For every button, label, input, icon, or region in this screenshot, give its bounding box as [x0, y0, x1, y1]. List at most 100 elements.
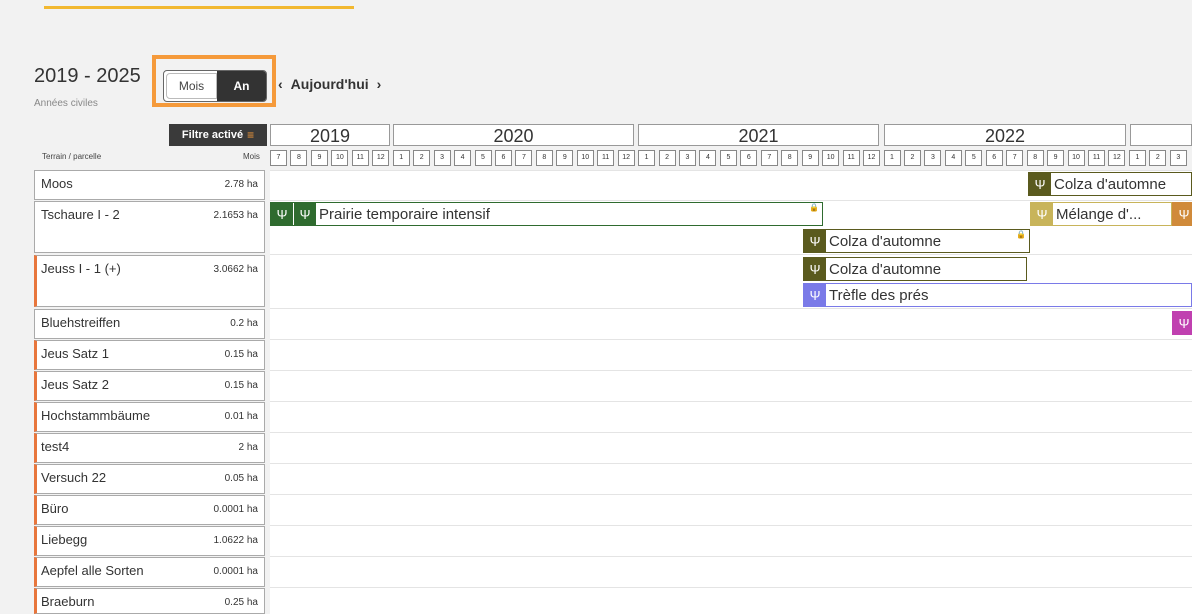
- parcel-area: 2 ha: [238, 442, 258, 453]
- month-cell: 5: [719, 150, 737, 166]
- crop-icon: Ψ: [804, 230, 826, 252]
- parcel-row[interactable]: Büro 0.0001 ha: [34, 495, 265, 525]
- month-cell: 3: [679, 150, 696, 166]
- chevron-left-icon[interactable]: ‹: [278, 76, 283, 92]
- month-cell: 4: [944, 150, 962, 166]
- month-cell: 4: [699, 150, 717, 166]
- month-cell: 1: [638, 150, 656, 166]
- parcel-area: 0.25 ha: [224, 597, 258, 608]
- month-cell: 10: [331, 150, 349, 166]
- month-cell: 12: [372, 150, 390, 166]
- toggle-year-button[interactable]: An: [217, 71, 266, 101]
- month-cell: 8: [781, 150, 799, 166]
- month-cell: 10: [1067, 150, 1085, 166]
- parcel-name: Braeburn: [41, 594, 95, 609]
- parcel-row[interactable]: Aepfel alle Sorten 0.0001 ha: [34, 557, 265, 587]
- crop-bar[interactable]: Ψ Trèfle des prés: [803, 283, 1192, 307]
- crop-icon: Ψ: [804, 284, 826, 306]
- month-cell: 9: [556, 150, 574, 166]
- crop-bar[interactable]: Ψ Colza d'automne: [1028, 172, 1192, 196]
- crop-bar[interactable]: Ψ Colza d'automne: [803, 257, 1027, 281]
- parcel-name: Tschaure I - 2: [41, 207, 120, 222]
- toggle-month-button[interactable]: Mois: [166, 73, 217, 99]
- month-cell: 1: [883, 150, 901, 166]
- parcel-name: Liebegg: [41, 532, 88, 547]
- grid-line: [270, 556, 1192, 557]
- crop-bar[interactable]: Ψ Mélange d'...: [1030, 202, 1172, 226]
- month-cell: 7: [1006, 150, 1024, 166]
- crop-icon: Ψ: [804, 258, 826, 280]
- period-navigation: ‹ Aujourd'hui ›: [278, 76, 381, 92]
- parcel-name: Bluehstreiffen: [41, 315, 121, 330]
- chevron-right-icon[interactable]: ›: [377, 76, 382, 92]
- crop-icon: Ψ: [1029, 173, 1051, 195]
- parcel-row[interactable]: Bluehstreiffen 0.2 ha: [34, 309, 265, 339]
- month-cell: 2: [1149, 150, 1167, 166]
- top-accent-bar: [44, 6, 354, 9]
- grid-line: [270, 401, 1192, 402]
- crop-bar[interactable]: Ψ: [1172, 202, 1192, 226]
- grid-line: [270, 308, 1192, 309]
- month-cell: 6: [985, 150, 1003, 166]
- crop-label: Colza d'automne: [829, 260, 942, 278]
- filter-icon: ≡: [247, 128, 255, 142]
- months-column-header: Mois: [243, 152, 260, 161]
- parcel-row[interactable]: Jeus Satz 1 0.15 ha: [34, 340, 265, 370]
- parcel-column-header: Terrain / parcelle: [42, 152, 102, 161]
- parcel-area: 0.05 ha: [224, 473, 258, 484]
- month-cell: 12: [617, 150, 635, 166]
- date-range-subtitle: Années civiles: [34, 98, 98, 109]
- parcel-name: test4: [41, 439, 70, 454]
- parcel-name: Jeus Satz 1: [41, 346, 109, 361]
- month-cell: 2: [413, 150, 431, 166]
- month-cell: 10: [822, 150, 840, 166]
- grid-line: [270, 254, 1192, 255]
- lock-icon: 🔒: [1016, 230, 1026, 239]
- lock-icon: 🔒: [809, 203, 819, 212]
- grid-line: [270, 170, 1192, 171]
- filter-button[interactable]: Filtre activé ≡: [169, 124, 267, 146]
- month-cell: 8: [1026, 150, 1044, 166]
- parcel-row[interactable]: Jeuss I - 1 (+) 3.0662 ha: [34, 255, 265, 307]
- crop-bar[interactable]: Ψ Colza d'automne 🔒: [803, 229, 1030, 253]
- grid-line: [270, 339, 1192, 340]
- crop-label: Mélange d'...: [1056, 205, 1142, 223]
- month-cell: 2: [903, 150, 921, 166]
- crop-icon: Ψ: [1173, 203, 1191, 225]
- parcel-row[interactable]: Moos 2.78 ha: [34, 170, 265, 200]
- month-cell: 12: [863, 150, 881, 166]
- parcel-row[interactable]: Braeburn 0.25 ha: [34, 588, 265, 614]
- month-cell: 5: [474, 150, 492, 166]
- parcel-row[interactable]: test4 2 ha: [34, 433, 265, 463]
- parcel-row[interactable]: Hochstammbäume 0.01 ha: [34, 402, 265, 432]
- month-cell: 11: [842, 150, 860, 166]
- parcel-area: 2.78 ha: [224, 179, 258, 190]
- month-cell: 7: [270, 150, 287, 166]
- parcel-name: Versuch 22: [41, 470, 107, 485]
- parcel-name: Jeuss I - 1 (+): [41, 261, 121, 276]
- month-cell: 9: [801, 150, 819, 166]
- crop-bar[interactable]: Ψ Ψ Prairie temporaire intensif 🔒: [270, 202, 823, 226]
- parcel-row[interactable]: Jeus Satz 2 0.15 ha: [34, 371, 265, 401]
- month-cell: 1: [1128, 150, 1146, 166]
- parcel-row[interactable]: Tschaure I - 2 2.1653 ha: [34, 201, 265, 253]
- today-button[interactable]: Aujourd'hui: [291, 76, 369, 92]
- month-cell: 3: [1169, 150, 1187, 166]
- crop-label: Prairie temporaire intensif: [319, 205, 490, 223]
- parcel-area: 1.0622 ha: [213, 535, 259, 546]
- month-cell: 9: [310, 150, 328, 166]
- month-cell: 7: [760, 150, 778, 166]
- month-cell: 3: [924, 150, 942, 166]
- month-cell: 6: [494, 150, 512, 166]
- view-toggle[interactable]: Mois An: [163, 70, 267, 102]
- parcel-area: 0.0001 ha: [213, 504, 259, 515]
- month-cell: 11: [1088, 150, 1105, 166]
- date-range-title: 2019 - 2025: [34, 65, 141, 87]
- crop-label: Colza d'automne: [1054, 175, 1167, 193]
- month-cell: 4: [454, 150, 472, 166]
- parcel-row[interactable]: Liebegg 1.0622 ha: [34, 526, 265, 556]
- parcel-area: 2.1653 ha: [213, 210, 259, 221]
- crop-bar[interactable]: Ψ: [1172, 311, 1192, 335]
- parcel-area: 0.2 ha: [230, 318, 258, 329]
- parcel-row[interactable]: Versuch 22 0.05 ha: [34, 464, 265, 494]
